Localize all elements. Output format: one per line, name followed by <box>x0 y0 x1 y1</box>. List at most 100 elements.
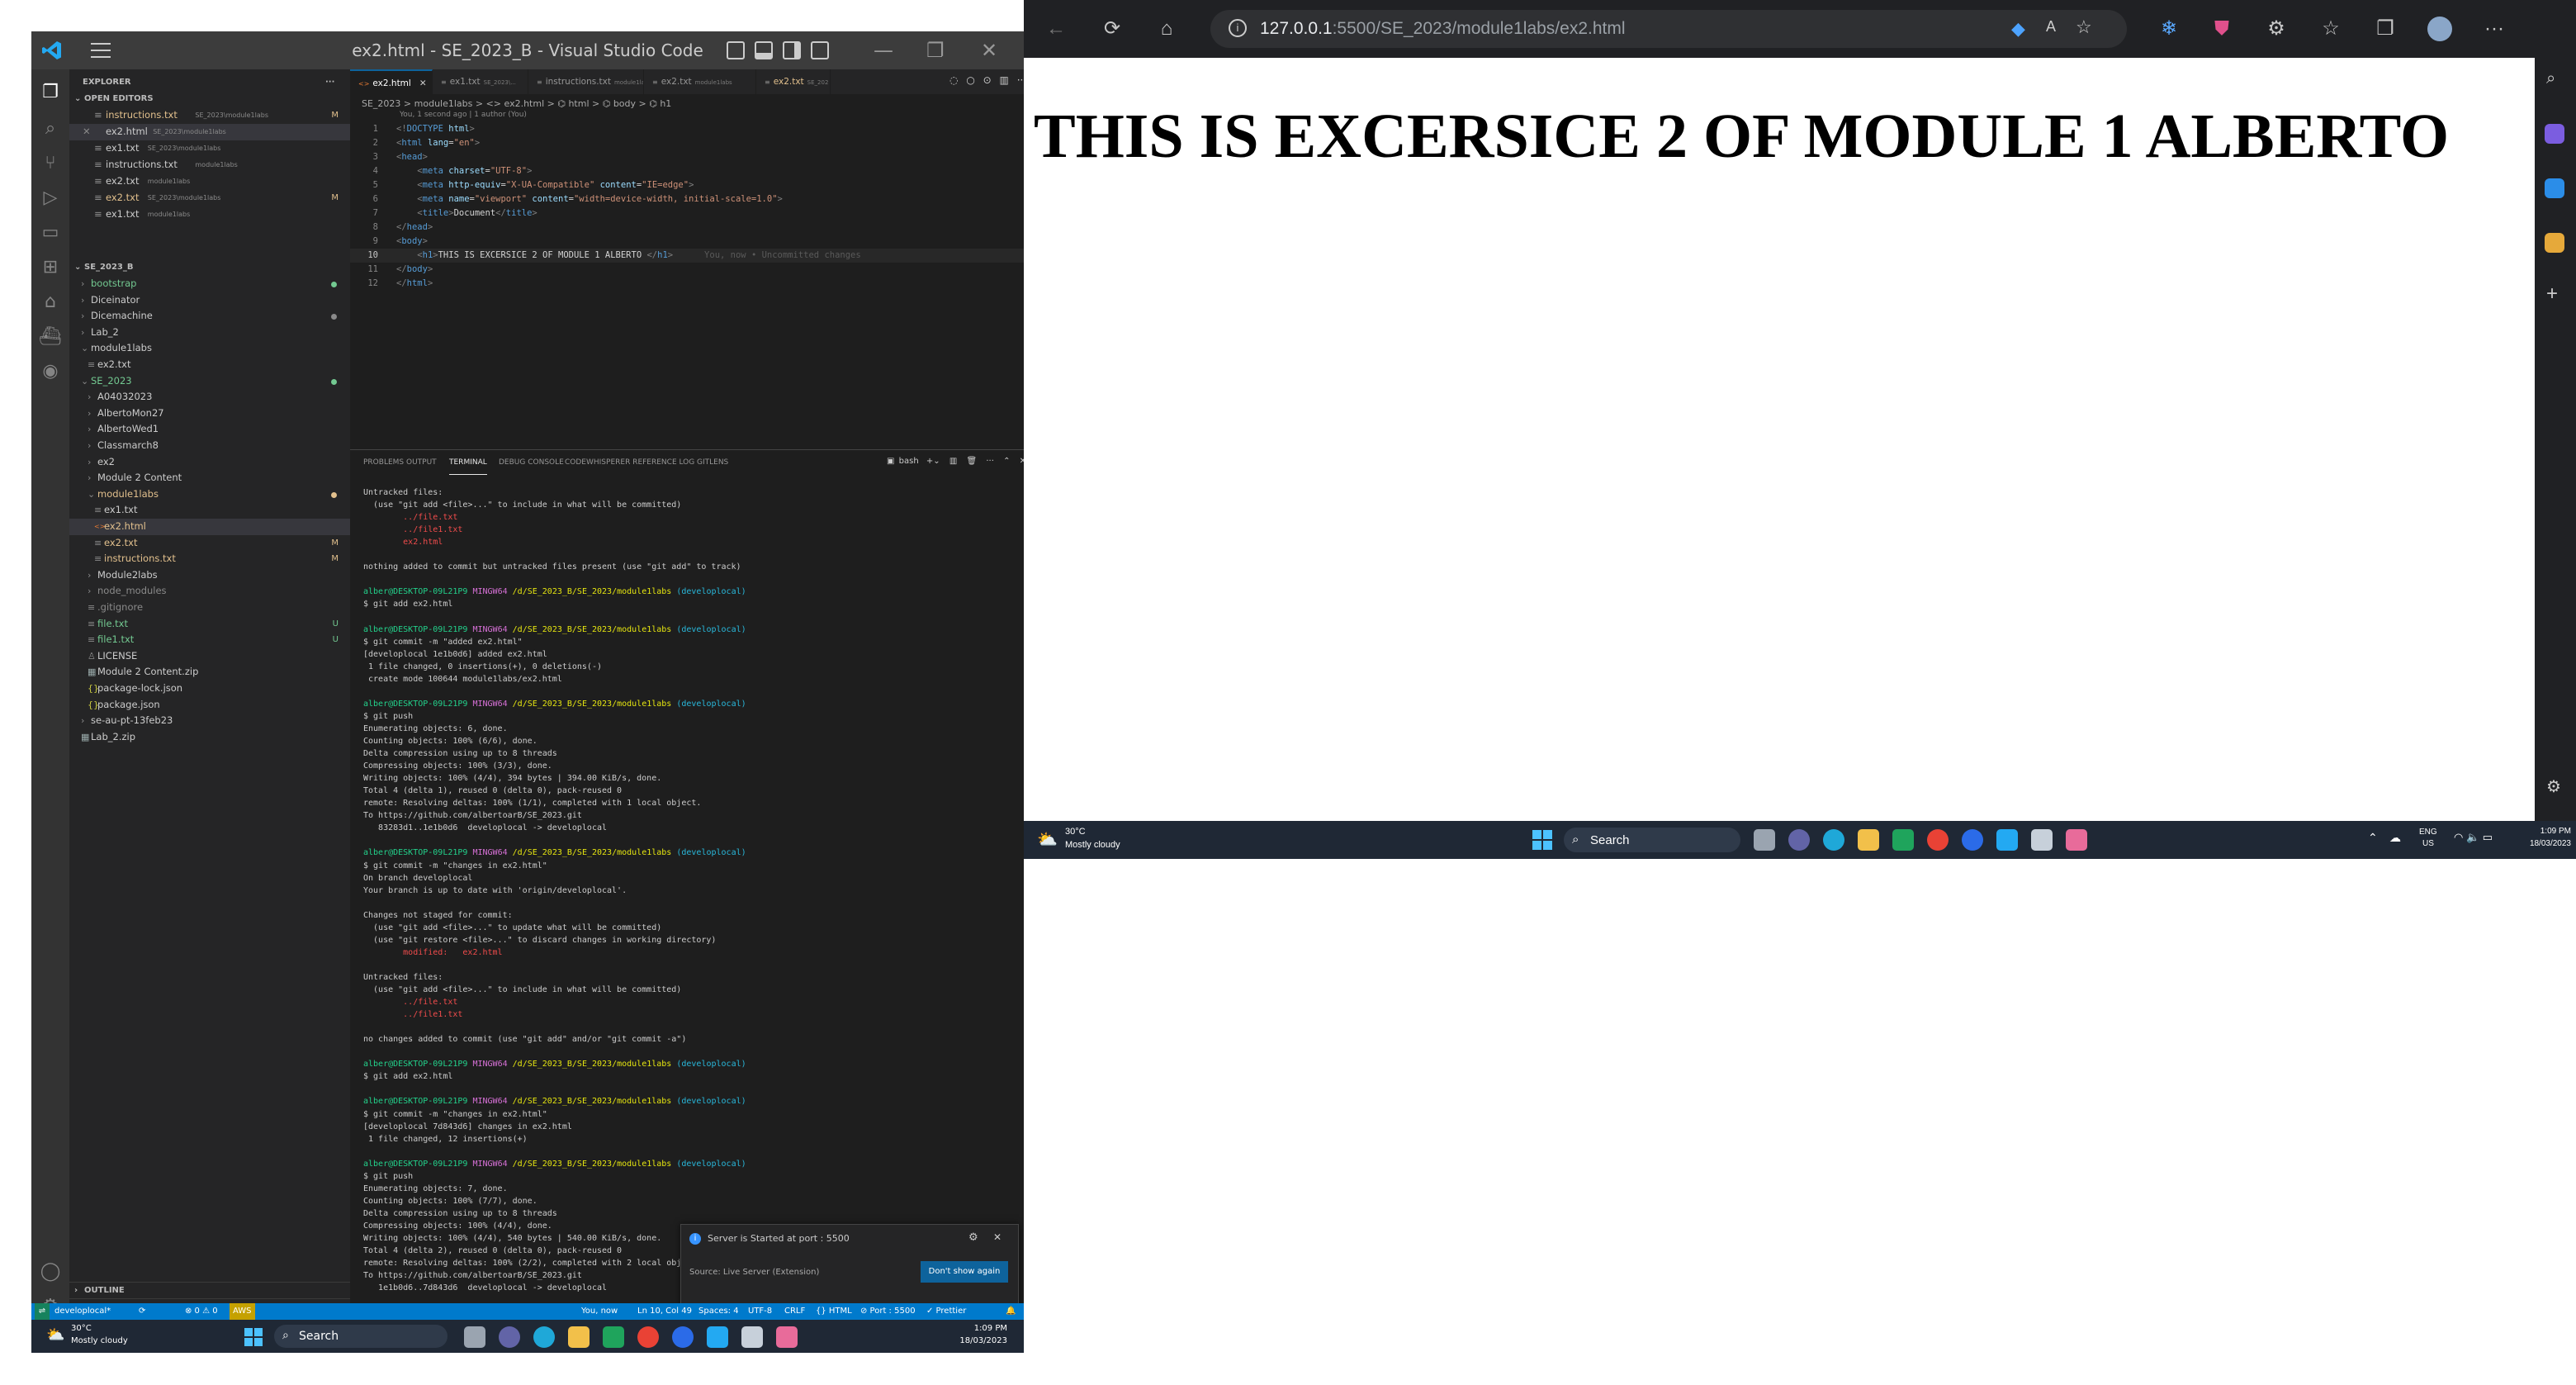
terminal-output[interactable]: Untracked files: (use "git add <file>...… <box>350 486 1024 1337</box>
favorite-star-icon[interactable]: ☆ <box>2076 17 2092 38</box>
tree-item[interactable]: › Module2labs <box>69 567 350 584</box>
close-window-icon[interactable]: ✕ <box>981 38 997 63</box>
breadcrumb[interactable]: SE_2023 > module1labs > <> ex2.html > ⌬ … <box>362 97 671 111</box>
taskbar-search[interactable]: ⌕ Search <box>274 1325 447 1348</box>
blue-app-icon[interactable] <box>1962 829 1983 851</box>
tree-item[interactable]: ≡ ex2.txt <box>69 357 350 373</box>
tree-item[interactable]: › ex2 <box>69 454 350 471</box>
open-editors-header[interactable]: ⌄ OPEN EDITORS <box>69 91 350 107</box>
run-debug-icon[interactable]: ▷ <box>37 185 64 211</box>
extension-snowflake-icon[interactable]: ❄ <box>2158 18 2180 40</box>
taskbar-date[interactable]: 18/03/2023 <box>2517 839 2571 848</box>
extensions-icon[interactable]: ⊞ <box>37 254 64 281</box>
remote-icon[interactable]: ⇌ <box>35 1303 50 1320</box>
cursor-position[interactable]: Ln 10, Col 49 <box>637 1303 692 1320</box>
chrome-icon[interactable] <box>1927 829 1949 851</box>
tree-item[interactable]: {} package.json <box>69 697 350 714</box>
sidebar-section-outline[interactable]: › OUTLINE <box>69 1282 350 1298</box>
tree-item[interactable]: ▦ Lab_2.zip <box>69 729 350 746</box>
tree-item[interactable]: › AlbertoWed1 <box>69 421 350 438</box>
indentation-status[interactable]: Spaces: 4 <box>698 1303 739 1320</box>
site-info-icon[interactable]: i <box>1229 19 1247 37</box>
open-editor-item[interactable]: ✕ ex2.html SE_2023\module1labs <box>69 124 350 140</box>
docker-icon[interactable]: ⛴ <box>37 324 64 350</box>
sidebar-games-icon[interactable] <box>2545 233 2564 253</box>
tree-item[interactable]: ≡ ex1.txt <box>69 502 350 519</box>
onedrive-icon[interactable]: ☁ <box>2389 831 2401 845</box>
vscode-taskbar-icon[interactable] <box>707 1326 728 1348</box>
code-line[interactable]: 5 <meta http-equiv="X-UA-Compatible" con… <box>350 178 1024 192</box>
code-line[interactable]: 4 <meta charset="UTF-8"> <box>350 164 1024 178</box>
split-terminal-icon[interactable]: ▥ <box>949 457 957 466</box>
sidebar-shopping-icon[interactable] <box>2545 124 2564 144</box>
keyboard-lang[interactable]: ENG <box>2419 828 2437 837</box>
panel-tab-debug-console[interactable]: DEBUG CONSOLE <box>499 450 564 475</box>
panel-tab-gitlens[interactable]: GITLENS <box>697 450 728 475</box>
keyboard-region[interactable]: US <box>2422 839 2434 848</box>
weather-icon[interactable]: ⛅ <box>1037 829 1058 850</box>
tree-item[interactable]: ≡ file.txt U <box>69 616 350 633</box>
notifications-bell-icon[interactable]: 🔔 <box>1006 1303 1016 1320</box>
panel-tab-codewhisperer-reference-log[interactable]: CODEWHISPERER REFERENCE LOG <box>565 450 694 475</box>
code-editor[interactable]: 1 <!DOCTYPE html> 2 <html lang="en"> 3 <head>… <box>350 122 1024 296</box>
tab-close-icon[interactable]: ✕ <box>419 78 427 88</box>
tree-item[interactable]: › se-au-pt-13feb23 <box>69 713 350 729</box>
green-app-icon[interactable] <box>603 1326 624 1348</box>
tree-item[interactable]: ⌄ SE_2023 <box>69 373 350 390</box>
toast-gear-icon[interactable]: ⚙ <box>968 1231 978 1244</box>
code-line[interactable]: 8 </head> <box>350 221 1024 235</box>
close-icon[interactable]: ✕ <box>83 124 91 140</box>
tree-item[interactable]: › node_modules <box>69 583 350 600</box>
snipping-tool-icon[interactable] <box>776 1326 798 1348</box>
tree-item[interactable]: <> ex2.html <box>69 519 350 535</box>
tree-item[interactable]: ⌄ module1labs <box>69 486 350 503</box>
extensions-puzzle-icon[interactable]: ⚙ <box>2266 18 2287 40</box>
task-view-icon[interactable] <box>464 1326 485 1348</box>
remote-explorer-icon[interactable]: ▭ <box>37 220 64 246</box>
gitlens-icon[interactable]: ◉ <box>37 358 64 385</box>
code-line[interactable]: 9 <body> <box>350 235 1024 249</box>
open-editor-item[interactable]: ≡ ex1.txt module1labs <box>69 206 350 223</box>
home-icon[interactable]: ⌂ <box>1156 18 1177 40</box>
notepad-icon[interactable] <box>2031 829 2053 851</box>
editor-tab[interactable]: ≡ ex2.txt module1labs <box>644 69 756 94</box>
sync-icon[interactable]: ⟳ <box>139 1303 145 1320</box>
split-editor-icon[interactable]: ▥ <box>1000 74 1009 86</box>
open-editor-item[interactable]: ≡ ex2.txt SE_2023\module1labs M <box>69 190 350 206</box>
snipping-tool-icon[interactable] <box>2066 829 2087 851</box>
tree-item[interactable]: › Module 2 Content <box>69 470 350 486</box>
toggle-secondary-sidebar-icon[interactable] <box>783 41 801 59</box>
refresh-icon[interactable]: ⟳ <box>1101 18 1123 40</box>
tree-item[interactable]: {} package-lock.json <box>69 681 350 697</box>
address-bar[interactable]: i 127.0.0.1:5500/SE_2023/module1labs/ex2… <box>1210 10 2127 48</box>
code-line[interactable]: 3 <head> <box>350 150 1024 164</box>
tree-item[interactable]: ≡ ex2.txt M <box>69 535 350 552</box>
tree-item[interactable]: › A04032023 <box>69 389 350 406</box>
tree-item[interactable]: ▦ Module 2 Content.zip <box>69 664 350 681</box>
wifi-volume-battery-icons[interactable]: ◠ 🔈 ▭ <box>2454 831 2493 844</box>
notepad-icon[interactable] <box>741 1326 763 1348</box>
open-changes-icon[interactable]: ⊙ <box>983 74 992 86</box>
codelens-author[interactable]: You, 1 second ago | 1 author (You) <box>400 111 527 119</box>
edge-icon[interactable] <box>533 1326 555 1348</box>
tree-item[interactable]: ≡ .gitignore <box>69 600 350 616</box>
aws-icon[interactable]: ⌂ <box>37 289 64 315</box>
minimize-icon[interactable]: — <box>874 38 893 63</box>
panel-tab-output[interactable]: OUTPUT <box>406 450 437 475</box>
sidebar-settings-icon[interactable]: ⚙ <box>2546 776 2561 797</box>
code-line[interactable]: 1 <!DOCTYPE html> <box>350 122 1024 136</box>
open-editor-item[interactable]: ≡ ex2.txt module1labs <box>69 173 350 190</box>
blame-status[interactable]: You, now <box>581 1303 618 1320</box>
workspace-header[interactable]: ⌄ SE_2023_B <box>69 259 350 276</box>
toggle-sidebar-icon[interactable] <box>727 41 745 59</box>
tree-item[interactable]: ♙ LICENSE <box>69 648 350 665</box>
taskbar-search[interactable]: ⌕ Search <box>1564 828 1740 852</box>
compare-icon[interactable]: ◌ <box>949 74 958 86</box>
trash-icon[interactable]: 🗑 <box>966 457 977 466</box>
maximize-icon[interactable]: ❐ <box>926 38 945 63</box>
more-actions-icon[interactable]: ··· <box>1017 74 1024 86</box>
tree-item[interactable]: › bootstrap <box>69 276 350 292</box>
explorer-more-icon[interactable]: ··· <box>325 74 334 91</box>
live-server-port[interactable]: ⊘ Port : 5500 <box>860 1303 916 1320</box>
code-line[interactable]: 10 <h1>THIS IS EXCERSICE 2 OF MODULE 1 A… <box>350 249 1024 263</box>
